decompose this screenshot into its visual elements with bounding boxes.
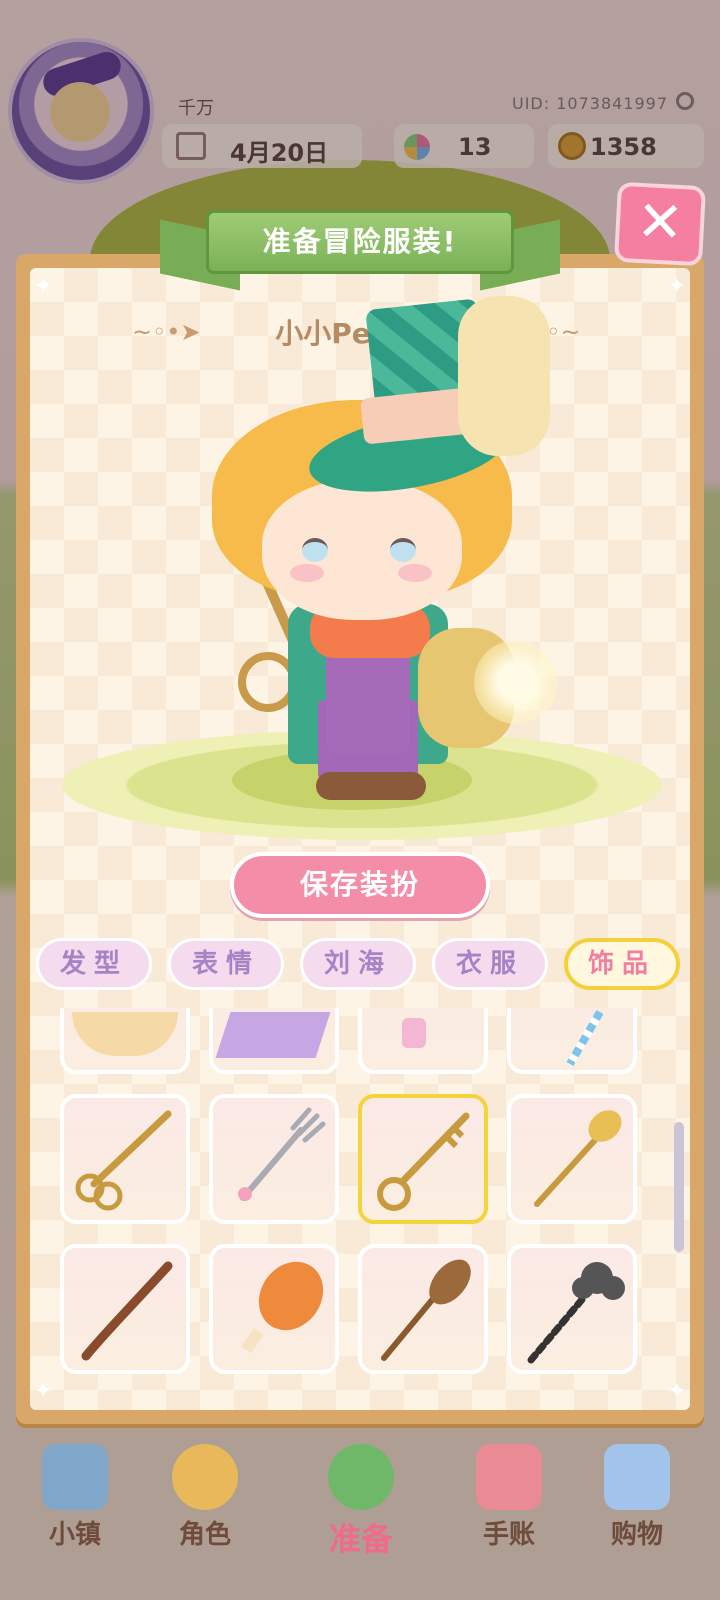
tab-accessories[interactable]: 饰品 [564, 938, 680, 990]
item-wooden-wand[interactable] [60, 1244, 190, 1374]
wooden-wand-icon [81, 1261, 173, 1361]
character-face [262, 480, 462, 620]
close-button[interactable]: ✕ [613, 181, 707, 267]
blush-right [398, 564, 432, 582]
blush-left [290, 564, 324, 582]
nav-shopping-label: 购物 [610, 1520, 663, 1550]
nav-character-label: 角色 [178, 1520, 231, 1550]
corner-star-icon: ✦ [667, 1379, 686, 1404]
item-silver-fork[interactable] [209, 1094, 339, 1224]
golden-scissors-icon [75, 1110, 172, 1211]
item-grid-scrollbar[interactable] [674, 1122, 684, 1252]
silver-fork-icon [238, 1107, 326, 1201]
straw-icon [566, 1010, 604, 1066]
character-name: 小小Peacoo [275, 317, 445, 350]
corner-star-icon: ✦ [34, 1379, 53, 1404]
corner-star-icon: ✦ [667, 274, 686, 299]
bread-icon [72, 1012, 178, 1056]
corner-star-icon: ✦ [34, 274, 53, 299]
save-outfit-button[interactable]: 保存装扮 [230, 852, 490, 918]
hat-flowers [458, 296, 550, 456]
item-chicken-leg[interactable] [209, 1244, 339, 1374]
item-golden-scissors[interactable] [60, 1094, 190, 1224]
golden-key-icon [377, 1112, 470, 1211]
item-cloud-wand[interactable] [507, 1244, 637, 1374]
nav-prepare-label: 准备 [328, 1520, 393, 1558]
broom-icon [381, 1259, 471, 1361]
light-glow [474, 640, 558, 724]
nav-shopping[interactable]: 购物 [582, 1438, 692, 1578]
cloud-wand-icon [527, 1262, 625, 1364]
nav-town-label: 小镇 [48, 1520, 101, 1550]
item-straw[interactable] [507, 1008, 637, 1074]
purple-cloth-icon [215, 1012, 331, 1058]
nav-character[interactable]: 角色 [150, 1438, 260, 1578]
character-icon [172, 1444, 238, 1510]
nav-town[interactable]: 小镇 [20, 1438, 130, 1578]
item-golden-key[interactable] [358, 1094, 488, 1224]
prepare-icon [328, 1444, 394, 1510]
item-purple-cloth[interactable] [209, 1008, 339, 1074]
tab-hairstyle[interactable]: 发型 [36, 938, 152, 990]
golden-spoon-icon [534, 1110, 622, 1207]
item-grid[interactable] [40, 1008, 672, 1380]
chicken-leg-icon [241, 1261, 324, 1354]
shopping-bag-icon [604, 1444, 670, 1510]
eye-right [390, 538, 416, 562]
item-perfume-bottle[interactable] [358, 1008, 488, 1074]
tab-clothes[interactable]: 衣服 [432, 938, 548, 990]
nav-prepare[interactable]: 准备 [306, 1438, 416, 1578]
bottom-navigation: 小镇 角色 准备 手账 购物 [0, 1430, 720, 1600]
close-icon: ✕ [634, 188, 686, 257]
tab-expression[interactable]: 表情 [168, 938, 284, 990]
perfume-bottle-icon [402, 1018, 426, 1048]
eye-left [302, 538, 328, 562]
town-map-icon [42, 1444, 108, 1510]
tab-bangs[interactable]: 刘海 [300, 938, 416, 990]
character-shoes [316, 772, 426, 800]
item-broom[interactable] [358, 1244, 488, 1374]
journal-icon [476, 1444, 542, 1510]
nav-journal[interactable]: 手账 [454, 1438, 564, 1578]
modal-title: 准备冒险服装! [206, 210, 514, 274]
nav-journal-label: 手账 [482, 1520, 535, 1550]
item-golden-spoon[interactable] [507, 1094, 637, 1224]
item-bread[interactable] [60, 1008, 190, 1074]
